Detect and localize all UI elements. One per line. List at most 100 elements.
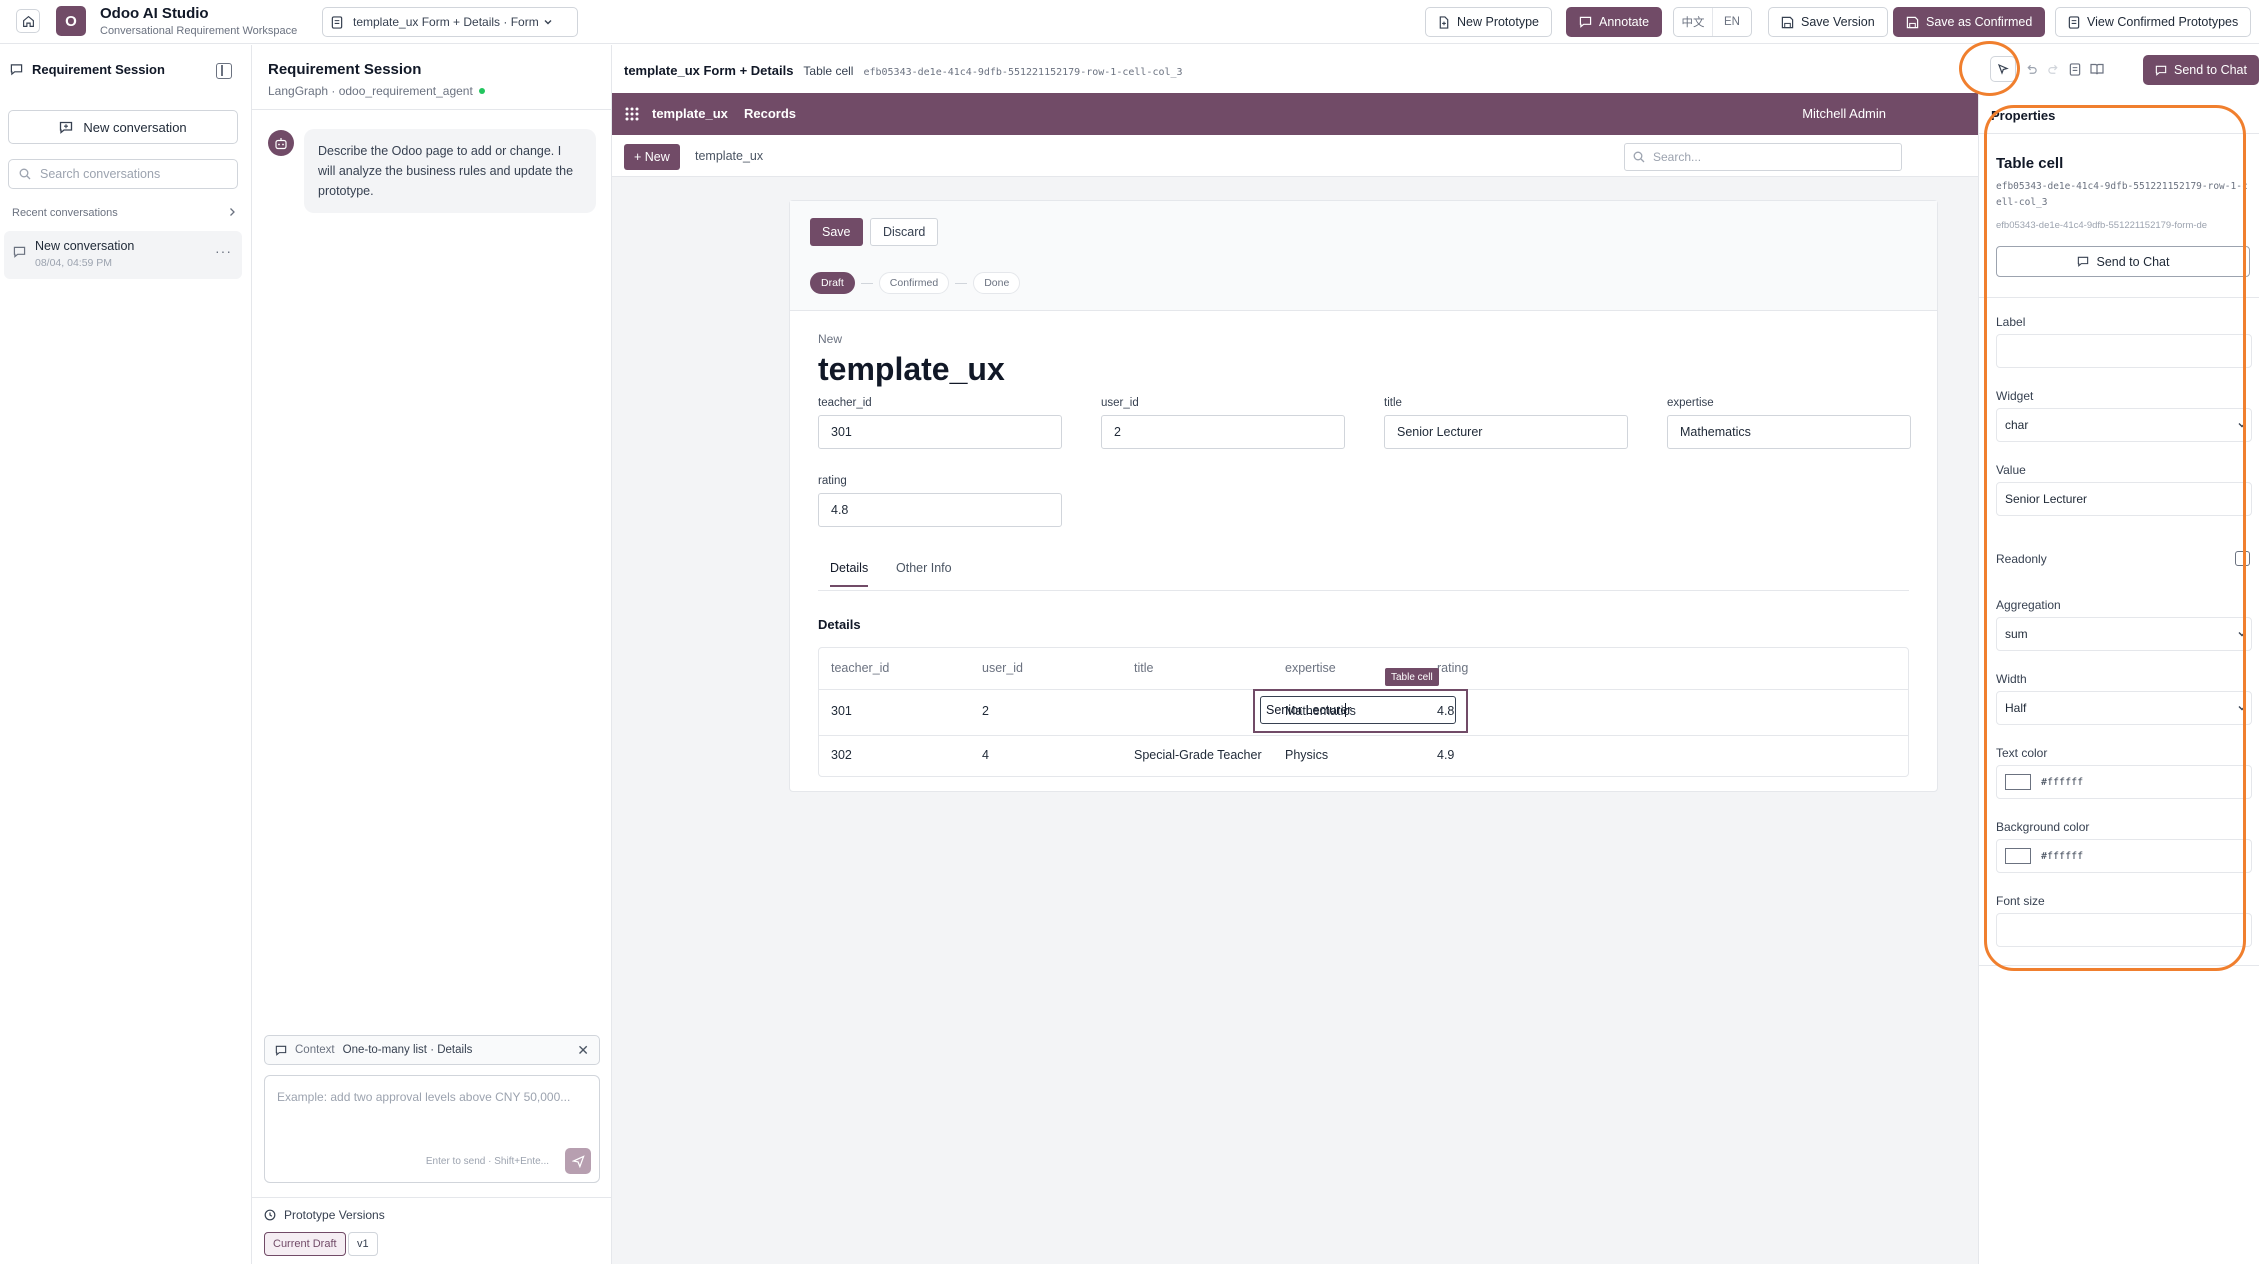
odoo-menu-records[interactable]: Records <box>744 106 796 121</box>
annotate-button[interactable]: Annotate <box>1566 7 1663 37</box>
table-cell[interactable]: Physics <box>1285 748 1328 762</box>
history-icon <box>264 1209 276 1221</box>
agent-name: LangGraph · odoo_requirement_agent <box>268 84 473 98</box>
home-button[interactable] <box>16 9 40 33</box>
send-to-chat-button[interactable]: Send to Chat <box>2143 55 2259 85</box>
prototype-selector[interactable]: template_ux Form + Details · Form <box>322 7 578 37</box>
status-draft[interactable]: Draft <box>810 272 855 294</box>
canvas-title: template_ux Form + Details <box>624 63 794 78</box>
table-cell[interactable]: 301 <box>831 704 852 718</box>
odoo-search-input[interactable]: Search... <box>1624 143 1902 171</box>
more-options-icon[interactable]: ··· <box>215 243 232 259</box>
odoo-user[interactable]: Mitchell Admin <box>1802 106 1886 121</box>
new-prototype-button[interactable]: New Prototype <box>1425 7 1552 37</box>
new-conversation-button[interactable]: New conversation <box>8 110 238 144</box>
export-button[interactable] <box>2065 59 2085 79</box>
divider <box>252 1197 612 1198</box>
undo-icon <box>2026 64 2037 74</box>
save-version-button[interactable]: Save Version <box>1768 7 1888 37</box>
column-header-title[interactable]: title <box>1134 661 1153 675</box>
conversation-sidebar: Requirement Session New conversation Sea… <box>0 45 252 1264</box>
comment-icon <box>1579 16 1592 28</box>
message-input[interactable]: Example: add two approval levels above C… <box>264 1075 600 1183</box>
conversation-search-input[interactable]: Search conversations <box>8 159 238 189</box>
status-bar: Draft Confirmed Done <box>810 272 1021 294</box>
send-button[interactable] <box>565 1148 591 1174</box>
preview-button[interactable] <box>2087 59 2107 79</box>
form-save-button[interactable]: Save <box>810 218 863 246</box>
version-current-draft[interactable]: Current Draft <box>264 1232 346 1256</box>
apps-grid-icon[interactable] <box>624 106 640 122</box>
selected-element-id: efb05343-de1e-41c4-9dfb-551221152179-row… <box>863 67 1183 78</box>
recent-conversations-header[interactable]: Recent conversations <box>12 207 236 219</box>
save-icon <box>1781 16 1794 28</box>
column-header-expertise[interactable]: expertise <box>1285 661 1336 675</box>
tab-details[interactable]: Details <box>830 561 869 587</box>
status-separator <box>860 282 873 284</box>
odoo-breadcrumb: template_ux <box>695 149 764 163</box>
annotation-highlight <box>1984 105 2246 971</box>
collapse-sidebar-icon[interactable] <box>216 63 232 79</box>
versions-title: Prototype Versions <box>284 1208 385 1222</box>
prototype-versions-header: Prototype Versions <box>264 1208 385 1222</box>
column-header-user-id[interactable]: user_id <box>982 661 1023 675</box>
chat-panel: Requirement Session LangGraph · odoo_req… <box>252 45 612 1264</box>
view-confirmed-button[interactable]: View Confirmed Prototypes <box>2055 7 2252 37</box>
conversation-item[interactable]: New conversation 08/04, 04:59 PM ··· <box>4 231 242 279</box>
app-logo: O <box>56 6 86 36</box>
table-cell[interactable]: 4 <box>982 748 989 762</box>
odoo-new-button[interactable]: + New <box>624 144 680 170</box>
chat-subtitle: LangGraph · odoo_requirement_agent <box>268 84 485 98</box>
odoo-app-name[interactable]: template_ux <box>652 106 728 121</box>
field-label-rating: rating <box>818 475 847 487</box>
field-title[interactable]: Senior Lecturer <box>1384 415 1628 449</box>
odoo-prototype: template_ux Records Mitchell Admin + New… <box>612 93 1978 1264</box>
book-icon <box>2090 63 2104 75</box>
document-icon <box>2069 62 2081 76</box>
section-title: Details <box>818 617 861 632</box>
annotate-label: Annotate <box>1599 15 1650 29</box>
column-header-teacher-id[interactable]: teacher_id <box>831 661 889 675</box>
undo-button[interactable] <box>2021 59 2041 79</box>
field-expertise[interactable]: Mathematics <box>1667 415 1911 449</box>
send-icon <box>571 1154 585 1168</box>
field-teacher-id[interactable]: 301 <box>818 415 1062 449</box>
field-label-expertise: expertise <box>1667 397 1714 409</box>
close-icon[interactable]: ✕ <box>577 1042 589 1059</box>
version-v1[interactable]: v1 <box>348 1232 378 1256</box>
field-rating[interactable]: 4.8 <box>818 493 1062 527</box>
online-status-dot <box>478 88 485 94</box>
lang-zh-option[interactable]: 中文 <box>1674 8 1712 36</box>
table-cell[interactable]: Special-Grade Teacher <box>1134 748 1262 762</box>
field-user-id[interactable]: 2 <box>1101 415 1345 449</box>
table-cell[interactable]: 4.9 <box>1437 748 1454 762</box>
table-cell[interactable]: Mathematics <box>1285 704 1356 718</box>
selected-element-kind: Table cell <box>803 64 854 78</box>
send-hint: Enter to send · Shift+Ente... <box>425 1156 549 1167</box>
context-chip: Context One-to-many list · Details ✕ <box>264 1035 600 1065</box>
record-label: New <box>818 332 843 346</box>
status-confirmed[interactable]: Confirmed <box>878 272 950 294</box>
context-value: One-to-many list · Details <box>342 1044 473 1056</box>
save-confirmed-button[interactable]: Save as Confirmed <box>1893 7 2046 37</box>
sidebar-title: Requirement Session <box>32 62 165 77</box>
view-confirmed-label: View Confirmed Prototypes <box>2087 15 2239 29</box>
table-cell[interactable]: 2 <box>982 704 989 718</box>
tabs-divider <box>818 590 1909 591</box>
chat-icon <box>2155 65 2167 76</box>
column-header-rating[interactable]: rating <box>1437 661 1468 675</box>
tab-other-info[interactable]: Other Info <box>896 561 952 585</box>
save-icon <box>1906 16 1919 28</box>
odoo-navbar: template_ux Records Mitchell Admin <box>612 93 1978 135</box>
form-discard-button[interactable]: Discard <box>870 218 939 246</box>
record-name: template_ux <box>818 351 1005 387</box>
table-cell[interactable]: 4.8 <box>1437 704 1454 718</box>
odoo-control-panel: + New template_ux Search... <box>612 135 1978 177</box>
send-to-chat-label: Send to Chat <box>2174 63 2247 77</box>
redo-button[interactable] <box>2043 59 2063 79</box>
lang-en-option[interactable]: EN <box>1712 8 1751 36</box>
table-cell[interactable]: 302 <box>831 748 852 762</box>
chat-icon <box>13 246 26 258</box>
form-sheet: Save Discard Draft Confirmed Done New te… <box>789 200 1938 792</box>
status-done[interactable]: Done <box>973 272 1021 294</box>
